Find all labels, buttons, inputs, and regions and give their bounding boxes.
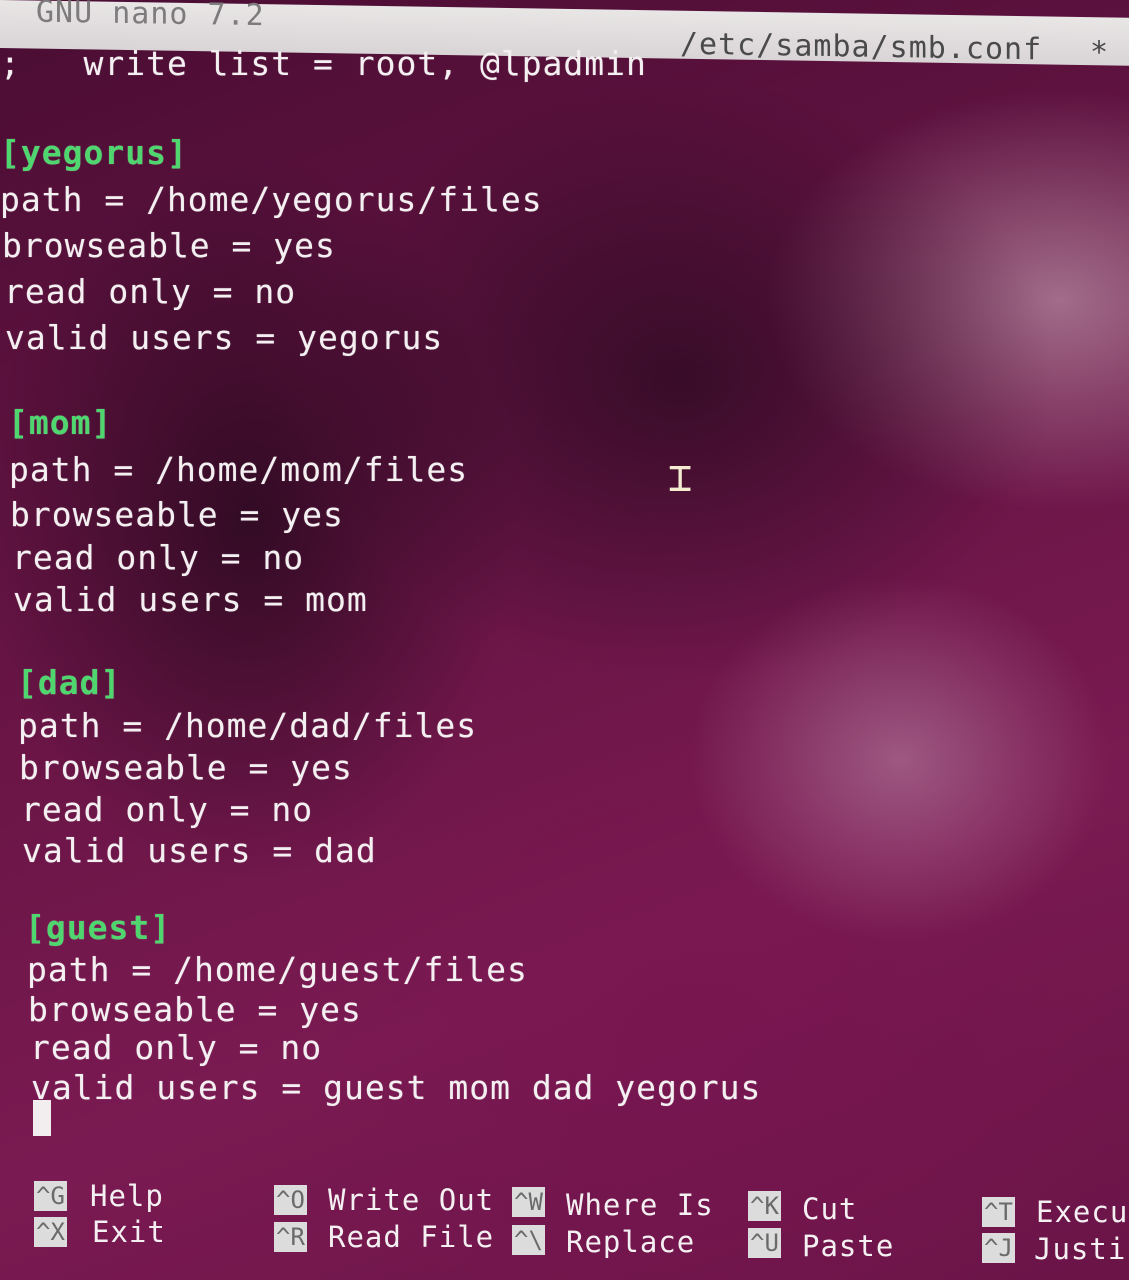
shortcut-key: ^J <box>982 1233 1015 1263</box>
text-cursor <box>33 1100 51 1136</box>
config-line[interactable]: browseable = yes <box>10 495 344 534</box>
shortcut-key: ^R <box>274 1222 307 1252</box>
config-line[interactable]: browseable = yes <box>2 226 336 265</box>
shortcut-key: ^T <box>982 1197 1015 1227</box>
config-line[interactable]: valid users = yegorus <box>5 318 443 357</box>
config-line[interactable]: valid users = dad <box>22 831 377 870</box>
shortcut-key: ^X <box>34 1217 67 1247</box>
shortcut-justify[interactable]: Justi <box>1034 1232 1126 1266</box>
shortcut-help[interactable]: Help <box>90 1179 164 1213</box>
shortcut-where-is[interactable]: Where Is <box>566 1188 714 1222</box>
section-header-yegorus[interactable]: [yegorus] <box>0 133 188 172</box>
section-header-mom[interactable]: [mom] <box>8 403 112 442</box>
mouse-ibeam-icon: ⌶ <box>668 455 693 501</box>
config-line[interactable]: read only = no <box>21 790 313 829</box>
section-header-guest[interactable]: [guest] <box>25 908 171 947</box>
config-line[interactable]: browseable = yes <box>28 990 362 1029</box>
shortcut-paste[interactable]: Paste <box>802 1229 894 1263</box>
shortcut-read-file[interactable]: Read File <box>328 1220 494 1254</box>
shortcut-cut[interactable]: Cut <box>802 1192 857 1226</box>
config-line[interactable]: browseable = yes <box>19 748 353 787</box>
config-line[interactable]: read only = no <box>4 272 296 311</box>
config-line[interactable]: path = /home/yegorus/files <box>0 180 543 219</box>
shortcut-exit[interactable]: Exit <box>92 1215 166 1249</box>
config-line[interactable]: path = /home/dad/files <box>18 706 477 745</box>
section-header-dad[interactable]: [dad] <box>17 663 121 702</box>
terminal-screen: GNU nano 7.2 /etc/samba/smb.conf * ; wri… <box>0 0 1129 1280</box>
config-line[interactable]: path = /home/mom/files <box>9 450 468 489</box>
config-line[interactable]: path = /home/guest/files <box>27 950 528 989</box>
config-line[interactable]: ; write list = root, @lpadmin <box>0 44 647 83</box>
shortcut-bar: ^G Help ^X Exit ^O Write Out ^R Read Fil… <box>0 1175 1129 1280</box>
config-line[interactable]: read only = no <box>30 1028 322 1067</box>
shortcut-key: ^K <box>748 1191 781 1221</box>
shortcut-replace[interactable]: Replace <box>566 1225 695 1259</box>
shortcut-key: ^U <box>748 1228 781 1258</box>
shortcut-key: ^\ <box>512 1225 545 1255</box>
shortcut-write-out[interactable]: Write Out <box>328 1183 494 1217</box>
config-line[interactable]: valid users = mom <box>13 580 368 619</box>
shortcut-key: ^G <box>34 1181 67 1211</box>
config-line[interactable]: read only = no <box>12 538 304 577</box>
editor-text-area[interactable]: ; write list = root, @lpadmin [yegorus] … <box>0 0 1129 1280</box>
shortcut-key: ^W <box>512 1187 545 1217</box>
config-line[interactable]: valid users = guest mom dad yegorus <box>31 1068 761 1107</box>
shortcut-execute[interactable]: Execu <box>1036 1195 1128 1229</box>
shortcut-key: ^O <box>274 1185 307 1215</box>
